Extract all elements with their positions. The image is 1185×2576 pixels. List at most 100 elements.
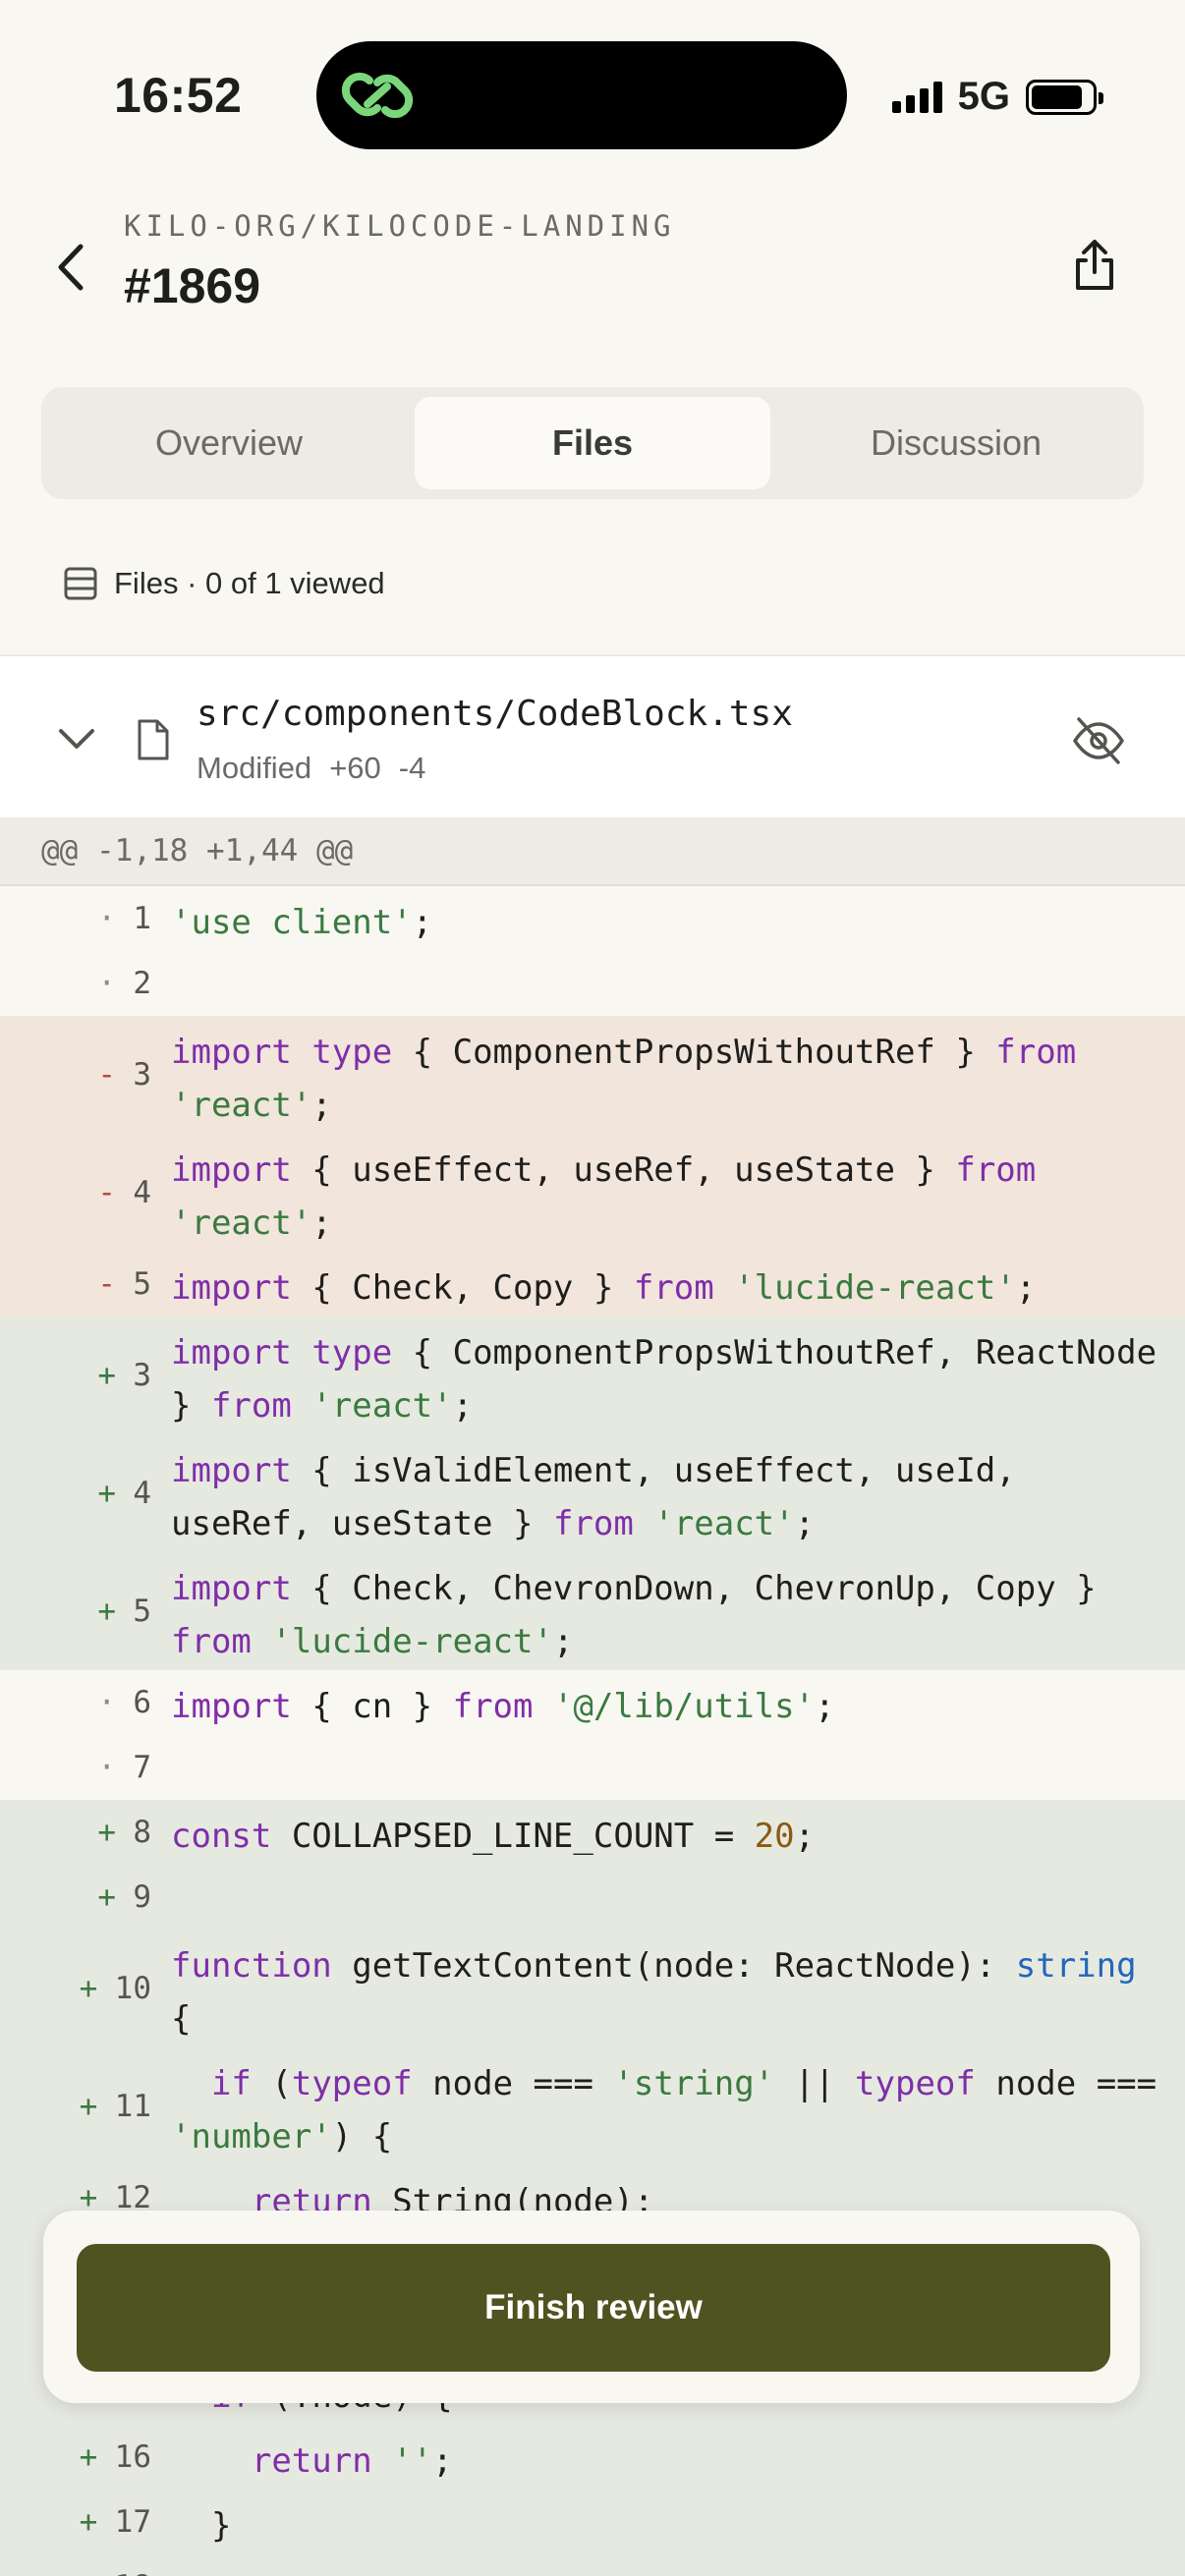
line-code: } bbox=[171, 2506, 232, 2546]
diff-sign: + bbox=[97, 1358, 116, 1393]
diff-line-ctx[interactable]: ·7​ bbox=[0, 1735, 1185, 1800]
diff-sign: + bbox=[79, 1971, 98, 2006]
line-number: 7 bbox=[133, 1750, 151, 1785]
battery-level bbox=[1032, 84, 1082, 109]
pr-number: #1869 bbox=[124, 258, 261, 313]
diff-line-ctx[interactable]: · 6 import { cn } from '@/lib/utils'; bbox=[0, 1670, 1185, 1735]
line-gutter: +10 bbox=[0, 1930, 155, 2047]
file-additions: +60 bbox=[329, 751, 381, 785]
finish-review-button[interactable]: Finish review bbox=[77, 2244, 1110, 2372]
line-code: import type { ComponentPropsWithoutRef, … bbox=[171, 1333, 1177, 1426]
file-icon bbox=[138, 719, 169, 760]
tab-files[interactable]: Files bbox=[415, 397, 770, 489]
line-number: 10 bbox=[114, 1971, 151, 2006]
line-number: 3 bbox=[133, 1057, 151, 1092]
kilo-link-logo-icon bbox=[341, 72, 414, 119]
diff-sign: · bbox=[97, 966, 116, 1001]
status-bar: 16:52 5G bbox=[0, 0, 1185, 187]
line-number: 5 bbox=[133, 1594, 151, 1629]
diff-line-add[interactable]: +4 import { isValidElement, useEffect, us… bbox=[0, 1434, 1185, 1552]
diff-line-del[interactable]: -4 import { useEffect, useRef, useState }… bbox=[0, 1134, 1185, 1252]
hunk-header: @@ -1,18 +1,44 @@ bbox=[0, 819, 1185, 886]
line-gutter: +18 bbox=[0, 2554, 155, 2576]
repo-name: KILO-ORG/KILOCODE-LANDING bbox=[124, 209, 676, 243]
diff-line-ctx[interactable]: ·2​ bbox=[0, 951, 1185, 1016]
line-gutter: · 2 bbox=[0, 951, 155, 1016]
line-number: 9 bbox=[133, 1879, 151, 1915]
diff-line-add[interactable]: +9 ​ bbox=[0, 1865, 1185, 1930]
review-action-panel: Finish review bbox=[43, 2211, 1140, 2403]
line-number: 3 bbox=[133, 1358, 151, 1393]
line-number: 4 bbox=[133, 1175, 151, 1210]
diff-sign: · bbox=[97, 1685, 116, 1720]
line-gutter: -4 bbox=[0, 1134, 155, 1252]
file-path: src/components/CodeBlock.tsx bbox=[197, 694, 793, 734]
diff-line-add[interactable]: +11 if (typeof node === 'string' || type… bbox=[0, 2047, 1185, 2165]
file-status: Modified bbox=[197, 751, 312, 785]
tab-bar: Overview Files Discussion bbox=[41, 387, 1144, 499]
line-code: ​ bbox=[171, 961, 1171, 1014]
line-code: ​ bbox=[171, 1875, 1171, 1928]
eye-off-icon[interactable] bbox=[1069, 711, 1128, 770]
diff-sign: · bbox=[97, 901, 116, 936]
status-time: 16:52 bbox=[114, 68, 243, 123]
diff-sign: - bbox=[97, 1266, 116, 1302]
battery-tip bbox=[1099, 91, 1103, 104]
battery-icon bbox=[1026, 79, 1103, 115]
line-gutter: · 6 bbox=[0, 1670, 155, 1735]
diff-line-add[interactable]: +3 import type { ComponentPropsWithoutRef… bbox=[0, 1316, 1185, 1434]
diff-sign: - bbox=[97, 1175, 116, 1210]
diff-sign: + bbox=[97, 1879, 116, 1915]
diff-line-add[interactable]: +16 return ''; bbox=[0, 2425, 1185, 2490]
file-header[interactable]: src/components/CodeBlock.tsx Modified +6… bbox=[0, 654, 1185, 819]
line-code: if (typeof node === 'string' || typeof n… bbox=[171, 2064, 1177, 2156]
line-gutter: +16 bbox=[0, 2425, 155, 2490]
line-gutter: +8 bbox=[0, 1800, 155, 1865]
line-gutter: +11 bbox=[0, 2047, 155, 2165]
diff-sign: + bbox=[97, 1815, 116, 1850]
line-number: 18 bbox=[115, 2560, 151, 2576]
line-code: import { isValidElement, useEffect, useI… bbox=[171, 1451, 1037, 1543]
diff-sign: + bbox=[79, 2504, 98, 2540]
diff-line-add[interactable]: +18 ​ bbox=[0, 2554, 1185, 2576]
diff-line-del[interactable]: -3 import type { ComponentPropsWithoutRef… bbox=[0, 1016, 1185, 1134]
back-button[interactable] bbox=[39, 236, 102, 299]
line-number: 2 bbox=[133, 966, 151, 1001]
line-gutter: +4 bbox=[0, 1434, 155, 1552]
files-viewed-text: Files · 0 of 1 viewed bbox=[114, 566, 385, 600]
line-number: 11 bbox=[114, 2089, 151, 2124]
chevron-down-icon[interactable] bbox=[55, 717, 98, 760]
line-number: 17 bbox=[114, 2504, 151, 2540]
diff-line-ctx[interactable]: · 1'use client'; bbox=[0, 886, 1185, 951]
file-deletions: -4 bbox=[398, 751, 426, 785]
line-gutter: +3 bbox=[0, 1316, 155, 1434]
diff-line-add[interactable]: +10 function getTextContent(node: ReactNo… bbox=[0, 1930, 1185, 2047]
line-code: 'use client'; bbox=[171, 903, 433, 942]
tab-discussion[interactable]: Discussion bbox=[778, 397, 1134, 489]
diff-sign: · bbox=[97, 1750, 116, 1785]
line-gutter: +17 bbox=[0, 2490, 155, 2554]
diff-sign: + bbox=[97, 1594, 116, 1629]
tab-overview[interactable]: Overview bbox=[51, 397, 407, 489]
share-button[interactable] bbox=[1063, 234, 1126, 297]
pr-files-screen: 16:52 5G KILO-ORG/KILOCODE-LANDING #1869 bbox=[0, 0, 1185, 2576]
diff-line-add[interactable]: +17 } bbox=[0, 2490, 1185, 2554]
dynamic-island bbox=[316, 41, 847, 149]
line-number: 6 bbox=[133, 1685, 151, 1720]
line-code: import { Check, Copy } from 'lucide-reac… bbox=[171, 1268, 1037, 1308]
line-code: import { Check, ChevronDown, ChevronUp, … bbox=[171, 1569, 1117, 1661]
line-code: return ''; bbox=[251, 2441, 453, 2481]
diff-sign: - bbox=[97, 1057, 116, 1092]
line-gutter: -3 bbox=[0, 1016, 155, 1134]
line-gutter: +9 bbox=[0, 1865, 155, 1930]
diff-line-add[interactable]: +8 const COLLAPSED_LINE_COUNT = 20; bbox=[0, 1800, 1185, 1865]
diff-sign: + bbox=[80, 2560, 101, 2576]
line-code: ​ bbox=[171, 2564, 1171, 2576]
diff-line-add[interactable]: +5 import { Check, ChevronDown, ChevronUp… bbox=[0, 1552, 1185, 1670]
line-code: import type { ComponentPropsWithoutRef }… bbox=[171, 1033, 1077, 1125]
line-code: function getTextContent(node: ReactNode)… bbox=[171, 1946, 1157, 2039]
line-number: 4 bbox=[133, 1476, 151, 1511]
chevron-left-icon bbox=[58, 244, 84, 291]
line-gutter: +5 bbox=[0, 1552, 155, 1670]
diff-line-del[interactable]: -5 import { Check, Copy } from 'lucide-re… bbox=[0, 1252, 1185, 1316]
